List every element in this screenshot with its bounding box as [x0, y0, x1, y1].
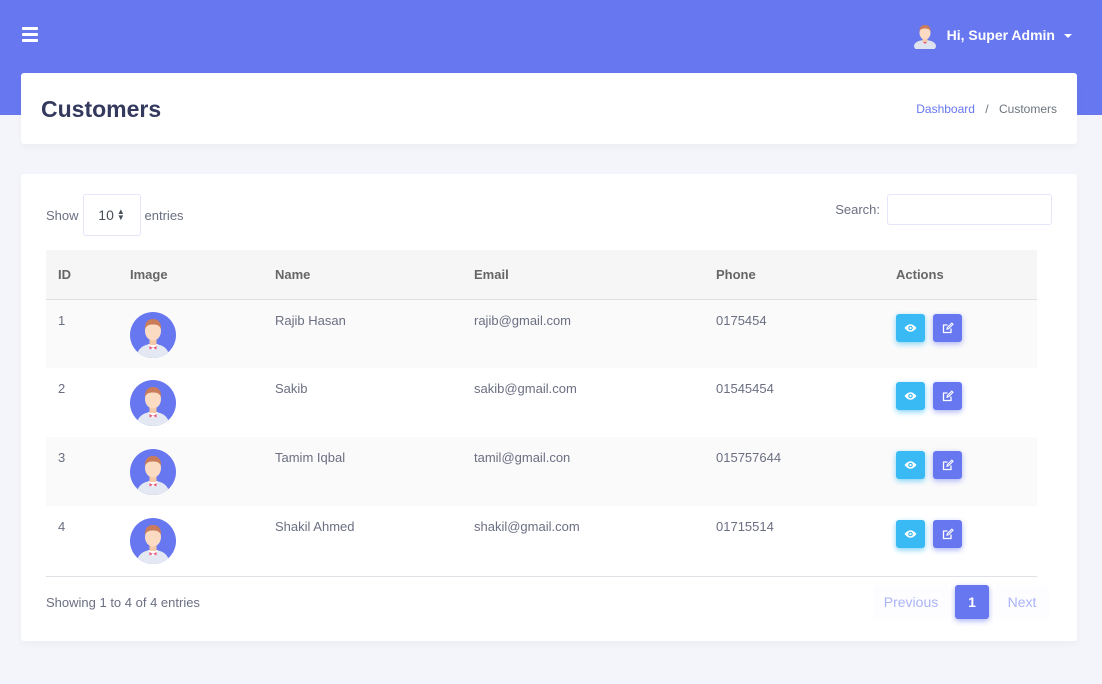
previous-page-button[interactable]: Previous [873, 585, 949, 619]
user-dropdown[interactable]: Hi, Super Admin [911, 21, 1072, 49]
edit-button[interactable] [933, 313, 962, 342]
edit-icon [942, 459, 954, 471]
customer-avatar-icon [130, 311, 176, 358]
edit-icon [942, 390, 954, 402]
cell-actions [884, 368, 1037, 437]
hamburger-icon[interactable] [22, 27, 39, 43]
page-length-select[interactable]: 10 ▲ ▼ [82, 194, 141, 236]
cell-image [118, 299, 263, 368]
cell-actions [884, 506, 1037, 575]
eye-icon [904, 461, 917, 469]
view-button[interactable] [896, 451, 925, 479]
cell-phone: 0175454 [716, 312, 767, 328]
eye-icon [904, 392, 917, 400]
page-length-control: Show 10 ▲ ▼ entries [46, 194, 184, 236]
customer-avatar-icon [130, 449, 176, 495]
column-header-email[interactable]: Email [462, 250, 704, 299]
breadcrumb-separator: / [985, 102, 989, 116]
sort-arrows-icon: ▲ ▼ [116, 207, 125, 222]
cell-email: shakil@gmail.com [474, 519, 580, 534]
entries-label: entries [144, 207, 184, 223]
cell-phone: 01545454 [716, 381, 774, 396]
view-button[interactable] [896, 520, 925, 548]
eye-icon [904, 530, 917, 538]
cell-email: rajib@gmail.com [474, 312, 571, 328]
table-row: 3 Tamim Iqbal tamil@gmail.con 015757644 [46, 437, 1037, 506]
table-row: 4 Shakil Ahmed shakil@gmail.com 01715514 [46, 506, 1037, 575]
customers-table-card: Show 10 ▲ ▼ entries Search: ID Image Name… [21, 174, 1077, 641]
column-header-actions[interactable]: Actions [884, 250, 1037, 299]
cell-email: sakib@gmail.com [474, 381, 577, 396]
eye-icon [904, 323, 917, 332]
edit-button[interactable] [933, 382, 962, 410]
breadcrumb: Dashboard / Customers [916, 102, 1057, 116]
column-header-id[interactable]: ID [46, 250, 118, 299]
cell-image [118, 368, 263, 437]
edit-button[interactable] [933, 520, 962, 548]
cell-name: Sakib [275, 381, 308, 396]
table-info: Showing 1 to 4 of 4 entries [46, 595, 200, 610]
search-input[interactable] [887, 194, 1052, 225]
edit-icon [942, 528, 954, 540]
next-page-button[interactable]: Next [995, 585, 1049, 619]
search-label: Search: [835, 202, 880, 217]
customers-table: ID Image Name Email Phone Actions 1 Raji… [46, 250, 1037, 575]
cell-phone: 015757644 [716, 450, 782, 465]
cell-phone: 01715514 [716, 519, 774, 534]
breadcrumb-dashboard-link[interactable]: Dashboard [916, 102, 975, 116]
cell-actions [884, 437, 1037, 506]
view-button[interactable] [896, 313, 925, 342]
search-control: Search: [835, 194, 1052, 225]
table-row: 1 Rajib Hasan rajib@gmail.com 0175454 [46, 299, 1037, 368]
table-header-row: ID Image Name Email Phone Actions [46, 250, 1037, 299]
customer-avatar-icon [130, 380, 176, 426]
cell-id: 3 [58, 450, 66, 465]
cell-name: Tamim Iqbal [275, 450, 346, 465]
column-header-phone[interactable]: Phone [704, 250, 884, 299]
caret-down-icon [1064, 33, 1072, 38]
cell-name: Shakil Ahmed [275, 519, 355, 534]
column-header-name[interactable]: Name [263, 250, 462, 299]
page-length-value: 10 [98, 207, 114, 223]
cell-id: 1 [58, 312, 66, 328]
breadcrumb-current: Customers [998, 102, 1057, 116]
column-header-image[interactable]: Image [118, 250, 263, 299]
cell-actions [884, 299, 1037, 368]
user-avatar-icon [913, 25, 936, 49]
page-1-button[interactable]: 1 [955, 585, 989, 619]
cell-email: tamil@gmail.con [474, 450, 571, 465]
show-label: Show [46, 207, 79, 223]
cell-image [118, 506, 263, 575]
cell-image [118, 437, 263, 506]
edit-icon [942, 321, 954, 333]
table-row: 2 Sakib sakib@gmail.com 01545454 [46, 368, 1037, 437]
view-button[interactable] [896, 382, 925, 410]
cell-name: Rajib Hasan [275, 312, 346, 328]
page-header: Customers Dashboard / Customers [21, 73, 1077, 144]
page-title: Customers [41, 96, 162, 122]
user-greeting: Hi, Super Admin [946, 27, 1055, 43]
cell-id: 4 [58, 519, 66, 534]
cell-id: 2 [58, 381, 66, 396]
pagination: Previous 1 Next [873, 585, 1049, 619]
table-divider [46, 576, 1037, 577]
customer-avatar-icon [130, 518, 176, 564]
edit-button[interactable] [933, 451, 962, 479]
